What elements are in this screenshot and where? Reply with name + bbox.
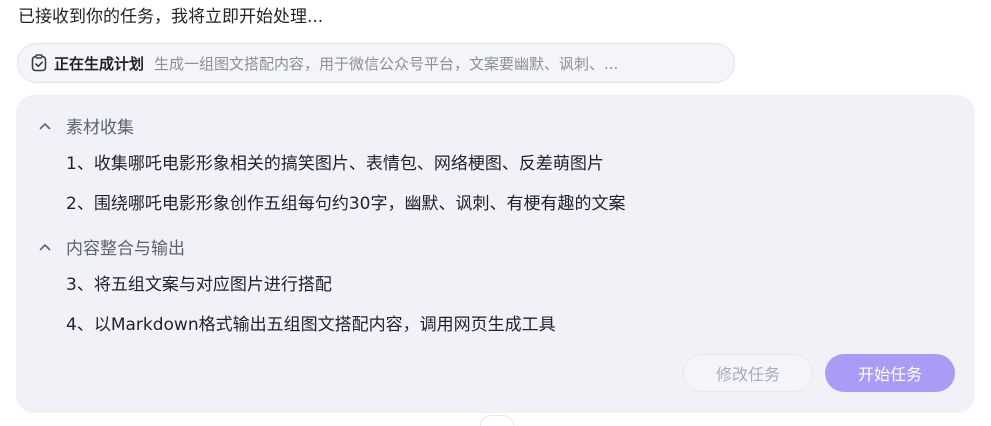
- task-item: 2、围绕哪吒电影形象创作五组每句约30字，幽默、讽刺、有梗有趣的文案: [66, 194, 626, 214]
- plan-status-pill[interactable]: 正在生成计划 生成一组图文搭配内容，用于微信公众号平台，文案要幽默、讽刺、...: [17, 43, 735, 83]
- plan-description: 生成一组图文搭配内容，用于微信公众号平台，文案要幽默、讽刺、...: [154, 54, 619, 73]
- section-header-material-collection[interactable]: 素材收集: [38, 113, 134, 138]
- task-plan-card: 素材收集 1、收集哪吒电影形象相关的搞笑图片、表情包、网络梗图、反差萌图片 2、…: [16, 95, 975, 413]
- task-item: 4、以Markdown格式输出五组图文搭配内容，调用网页生成工具: [66, 315, 556, 335]
- task-item: 1、收集哪吒电影形象相关的搞笑图片、表情包、网络梗图、反差萌图片: [66, 154, 604, 174]
- section-title: 素材收集: [66, 118, 134, 138]
- intro-message: 已接收到你的任务，我将立即开始处理...: [18, 7, 324, 27]
- clipboard-check-icon: [30, 54, 48, 72]
- plan-status-label: 正在生成计划: [54, 54, 145, 73]
- task-item: 3、将五组文案与对应图片进行搭配: [66, 275, 332, 295]
- chevron-up-icon: [38, 119, 52, 133]
- chevron-up-icon: [38, 240, 52, 254]
- section-header-content-integration[interactable]: 内容整合与输出: [38, 234, 185, 259]
- start-task-button[interactable]: 开始任务: [825, 354, 955, 392]
- section-title: 内容整合与输出: [66, 239, 185, 259]
- modify-task-button[interactable]: 修改任务: [683, 354, 813, 392]
